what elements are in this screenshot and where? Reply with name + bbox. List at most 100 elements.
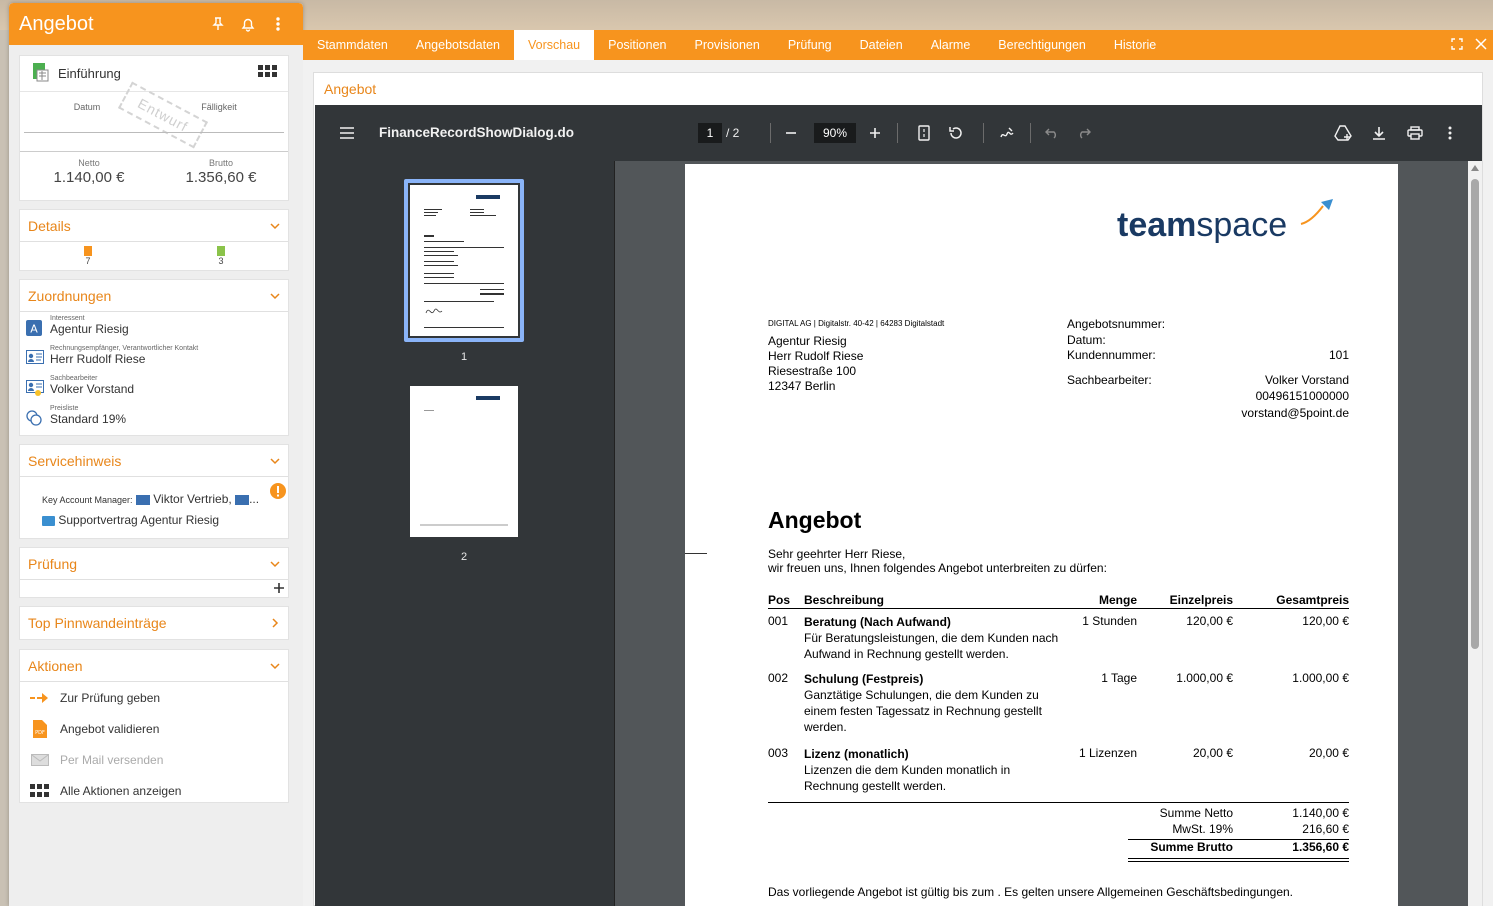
- table-row: 001 Beratung (Nach Aufwand) Für Beratung…: [768, 614, 1349, 661]
- action-send-mail[interactable]: Per Mail versenden: [20, 744, 288, 775]
- tab-vorschau[interactable]: Vorschau: [513, 30, 595, 60]
- zoom-in-icon[interactable]: [865, 123, 885, 143]
- chevron-down-icon[interactable]: [270, 453, 280, 469]
- net-value: 1.140,00 €: [53, 169, 125, 186]
- spreadsheet-icon: [30, 62, 50, 85]
- chevron-down-icon[interactable]: [270, 658, 280, 674]
- maximize-icon[interactable]: [1451, 37, 1463, 53]
- action-validate[interactable]: PDF Angebot validieren: [20, 713, 288, 744]
- tab-historie[interactable]: Historie: [1100, 30, 1170, 60]
- scrollbar[interactable]: [1468, 161, 1482, 906]
- details-header[interactable]: Details: [20, 210, 288, 242]
- intro-row[interactable]: Einführung: [20, 56, 288, 92]
- contract-value: Supportvertrag Agentur Riesig: [58, 513, 220, 527]
- grid-icon[interactable]: [258, 65, 278, 82]
- tab-dateien[interactable]: Dateien: [846, 30, 917, 60]
- undo-icon[interactable]: [1042, 123, 1062, 143]
- greeting: Sehr geehrter Herr Riese, wir freuen uns…: [768, 547, 1107, 575]
- page-number-input[interactable]: 1: [698, 123, 722, 143]
- thumbnail-label-2: 2: [460, 551, 468, 563]
- chevron-down-icon[interactable]: [270, 556, 280, 572]
- thumbnail-page-1[interactable]: [404, 179, 524, 342]
- panel-header: Angebot: [9, 3, 303, 45]
- toolbar-divider: [1030, 123, 1031, 143]
- pdf-filename: FinanceRecordShowDialog.do: [379, 125, 575, 140]
- tab-bar: Stammdaten Angebotsdaten Vorschau Positi…: [303, 30, 1493, 60]
- action-submit-review[interactable]: Zur Prüfung geben: [20, 682, 288, 713]
- dates-row: Datum Fälligkeit Entwurf: [20, 81, 288, 152]
- gross-label: Brutto: [208, 158, 233, 168]
- chevron-down-icon[interactable]: [270, 288, 280, 304]
- document-count-value: 7: [85, 256, 91, 266]
- redo-icon[interactable]: [1074, 123, 1094, 143]
- review-card: Prüfung: [19, 547, 289, 598]
- menu-icon[interactable]: [337, 123, 357, 143]
- tab-positionen[interactable]: Positionen: [594, 30, 680, 60]
- document-count[interactable]: 7: [78, 246, 98, 266]
- validity-note: Das vorliegende Angebot ist gültig bis z…: [768, 885, 1293, 899]
- svg-text:PDF: PDF: [35, 730, 45, 736]
- more-vertical-icon[interactable]: [263, 9, 293, 39]
- page-total: / 2: [726, 126, 740, 140]
- download-icon[interactable]: [1369, 123, 1389, 143]
- pin-icon[interactable]: [203, 9, 233, 39]
- pinboard-header[interactable]: Top Pinnwandeinträge: [20, 607, 288, 639]
- pdf-icon: PDF: [30, 719, 50, 738]
- folder-icon: [42, 515, 55, 526]
- assignments-title: Zuordnungen: [28, 287, 112, 304]
- annotate-pen-icon[interactable]: [997, 123, 1017, 143]
- close-icon[interactable]: [1475, 37, 1487, 53]
- table-row: 003 Lizenz (monatlich) Lizenzen die dem …: [768, 746, 1349, 793]
- content-title: Angebot: [324, 81, 377, 97]
- assignments-header[interactable]: Zuordnungen: [20, 280, 288, 312]
- service-card: Servicehinweis Key Account Manager: Vikt…: [19, 444, 289, 539]
- tab-angebotsdaten[interactable]: Angebotsdaten: [402, 30, 514, 60]
- sender-line: DIGITAL AG | Digitalstr. 40-42 | 64283 D…: [768, 319, 945, 328]
- service-header[interactable]: Servicehinweis: [20, 445, 288, 477]
- assignment-pricelist[interactable]: Preisliste Standard 19%: [20, 402, 288, 432]
- more-vertical-icon[interactable]: [1440, 123, 1460, 143]
- details-title: Details: [28, 217, 71, 234]
- drive-add-icon[interactable]: [1333, 123, 1353, 143]
- tab-provisionen[interactable]: Provisionen: [680, 30, 773, 60]
- recipient-address: Agentur Riesig Herr Rudolf Riese Riesest…: [768, 334, 864, 393]
- draft-stamp: Entwurf: [117, 81, 209, 149]
- rotate-icon[interactable]: [946, 123, 966, 143]
- chevron-right-icon[interactable]: [270, 615, 280, 631]
- tab-pruefung[interactable]: Prüfung: [774, 30, 846, 60]
- tab-berechtigungen[interactable]: Berechtigungen: [984, 30, 1100, 60]
- arrow-right-icon: [30, 689, 50, 707]
- contract-row[interactable]: Supportvertrag Agentur Riesig: [42, 510, 278, 530]
- fold-mark: [685, 553, 707, 554]
- assignments-card: Zuordnungen A Interessent Agentur Riesig…: [19, 279, 289, 436]
- contact-card-icon: [26, 350, 44, 366]
- review-header[interactable]: Prüfung: [20, 548, 288, 580]
- sheet-count[interactable]: 3: [211, 246, 231, 266]
- actions-header[interactable]: Aktionen: [20, 650, 288, 682]
- thumbnail-page-2[interactable]: [410, 386, 518, 537]
- fit-page-icon[interactable]: [914, 123, 934, 143]
- action-show-all[interactable]: Alle Aktionen anzeigen: [20, 775, 288, 806]
- tab-stammdaten[interactable]: Stammdaten: [303, 30, 402, 60]
- add-icon[interactable]: [273, 582, 285, 597]
- thumbnail-image: [410, 185, 518, 336]
- kam-row[interactable]: Key Account Manager: Viktor Vertrieb, ..…: [42, 489, 278, 510]
- intro-label: Einführung: [58, 66, 121, 81]
- mail-icon: [30, 751, 50, 769]
- pdf-viewer: FinanceRecordShowDialog.do 1 / 2 90% 1 2…: [315, 105, 1482, 906]
- offer-meta: Angebotsnummer: Datum: Kundennummer: 101 …: [1067, 317, 1349, 420]
- assignment-clerk[interactable]: Sachbearbeiter Volker Vorstand: [20, 372, 288, 402]
- zoom-input[interactable]: 90%: [814, 123, 856, 143]
- tab-alarme[interactable]: Alarme: [917, 30, 985, 60]
- scrollbar-thumb[interactable]: [1471, 179, 1479, 649]
- assignment-prospect[interactable]: A Interessent Agentur Riesig: [20, 312, 288, 342]
- employee-card-icon: [235, 494, 250, 505]
- assignment-recipient[interactable]: Rechnungsempfänger, Verantwortlicher Kon…: [20, 342, 288, 372]
- print-icon[interactable]: [1405, 123, 1425, 143]
- bell-icon[interactable]: [233, 9, 263, 39]
- chevron-down-icon[interactable]: [270, 218, 280, 234]
- rocket-logo-icon: [1300, 199, 1333, 225]
- service-content: Key Account Manager: Viktor Vertrieb, ..…: [20, 477, 288, 530]
- scroll-up-icon[interactable]: [1471, 165, 1479, 171]
- zoom-out-icon[interactable]: [781, 123, 801, 143]
